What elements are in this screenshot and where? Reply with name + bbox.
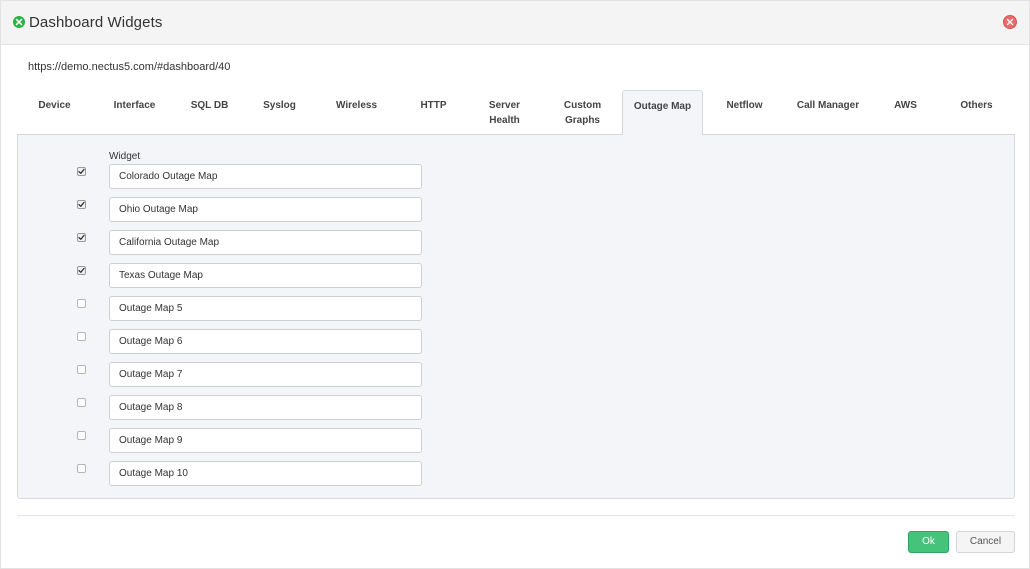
widget-row: Outage Map 10 [18, 461, 438, 486]
tab-label: Others [960, 100, 993, 111]
widget-row: Outage Map 9 [18, 428, 438, 453]
widget-checkbox[interactable] [77, 299, 86, 308]
dialog-title: Dashboard Widgets [29, 14, 163, 31]
widget-column-header: Widget [109, 151, 141, 162]
cancel-button[interactable]: Cancel [956, 531, 1015, 553]
widget-name-field[interactable]: Outage Map 10 [109, 461, 422, 486]
tab-server-health[interactable]: Server Health [472, 90, 537, 135]
widget-checkbox[interactable] [77, 398, 86, 407]
widget-row: Texas Outage Map [18, 263, 438, 288]
widget-name-field[interactable]: California Outage Map [109, 230, 422, 255]
widget-name-field[interactable]: Outage Map 6 [109, 329, 422, 354]
tab-http[interactable]: HTTP [396, 90, 471, 135]
checkmark-icon [78, 267, 85, 273]
tab-call-manager[interactable]: Call Manager [788, 90, 868, 135]
tab-outage-map[interactable]: Outage Map [622, 90, 703, 136]
widget-checkbox[interactable] [77, 464, 86, 473]
footer-divider [17, 515, 1015, 516]
tab-label: Device [38, 100, 71, 111]
widget-row: California Outage Map [18, 230, 438, 255]
tab-netflow[interactable]: Netflow [707, 90, 782, 135]
dashboard-widgets-dialog: Dashboard Widgets https://demo.nectus5.c… [0, 0, 1030, 569]
widget-name-field[interactable]: Ohio Outage Map [109, 197, 422, 222]
tab-label: Outage Map [633, 101, 692, 112]
widget-checkbox[interactable] [77, 332, 86, 341]
widget-row: Outage Map 6 [18, 329, 438, 354]
widget-checkbox[interactable] [77, 200, 86, 209]
tab-aws[interactable]: AWS [868, 90, 943, 135]
widget-checkbox[interactable] [77, 266, 86, 275]
tab-label: AWS [894, 100, 917, 111]
tab-label: HTTP [420, 100, 447, 111]
tab-device[interactable]: Device [17, 90, 92, 135]
dialog-header: Dashboard Widgets [1, 1, 1029, 45]
tab-label: SQL DB [190, 100, 229, 111]
dashboard-url: https://demo.nectus5.com/#dashboard/40 [28, 61, 231, 73]
tab-label: Syslog [263, 100, 296, 111]
close-circle-icon[interactable] [1003, 15, 1017, 29]
tab-custom-graphs[interactable]: Custom Graphs [550, 90, 615, 135]
tab-sql-db[interactable]: SQL DB [172, 90, 247, 135]
tab-label: Custom Graphs [563, 100, 602, 126]
tab-others[interactable]: Others [939, 90, 1014, 135]
tab-label: Call Manager [796, 100, 860, 111]
widget-row: Outage Map 5 [18, 296, 438, 321]
widget-row: Outage Map 7 [18, 362, 438, 387]
widget-name-field[interactable]: Outage Map 5 [109, 296, 422, 321]
widget-checkbox[interactable] [77, 431, 86, 440]
checkmark-icon [78, 234, 85, 240]
widget-checkbox[interactable] [77, 233, 86, 242]
widget-name-field[interactable]: Outage Map 8 [109, 395, 422, 420]
tab-interface[interactable]: Interface [97, 90, 172, 135]
tab-label: Server Health [488, 100, 521, 126]
widget-name-field[interactable]: Colorado Outage Map [109, 164, 422, 189]
tab-wireless[interactable]: Wireless [319, 90, 394, 135]
outage-map-panel: Widget Colorado Outage Map Ohio Outage M… [17, 135, 1015, 499]
widget-name-field[interactable]: Texas Outage Map [109, 263, 422, 288]
checkmark-icon [78, 168, 85, 174]
widget-row: Ohio Outage Map [18, 197, 438, 222]
ok-button[interactable]: Ok [908, 531, 949, 553]
checkmark-icon [78, 201, 85, 207]
tab-syslog[interactable]: Syslog [242, 90, 317, 135]
widget-row: Outage Map 8 [18, 395, 438, 420]
widget-name-field[interactable]: Outage Map 7 [109, 362, 422, 387]
widget-name-field[interactable]: Outage Map 9 [109, 428, 422, 453]
tab-label: Wireless [335, 100, 378, 111]
widget-row: Colorado Outage Map [18, 164, 438, 189]
widget-checkbox[interactable] [77, 365, 86, 374]
tab-label: Netflow [726, 100, 763, 111]
tab-label: Interface [113, 100, 156, 111]
widget-checkbox[interactable] [77, 167, 86, 176]
widget-category-tabs: Device Interface SQL DB Syslog Wireless … [17, 90, 1015, 136]
check-circle-icon [13, 16, 25, 28]
